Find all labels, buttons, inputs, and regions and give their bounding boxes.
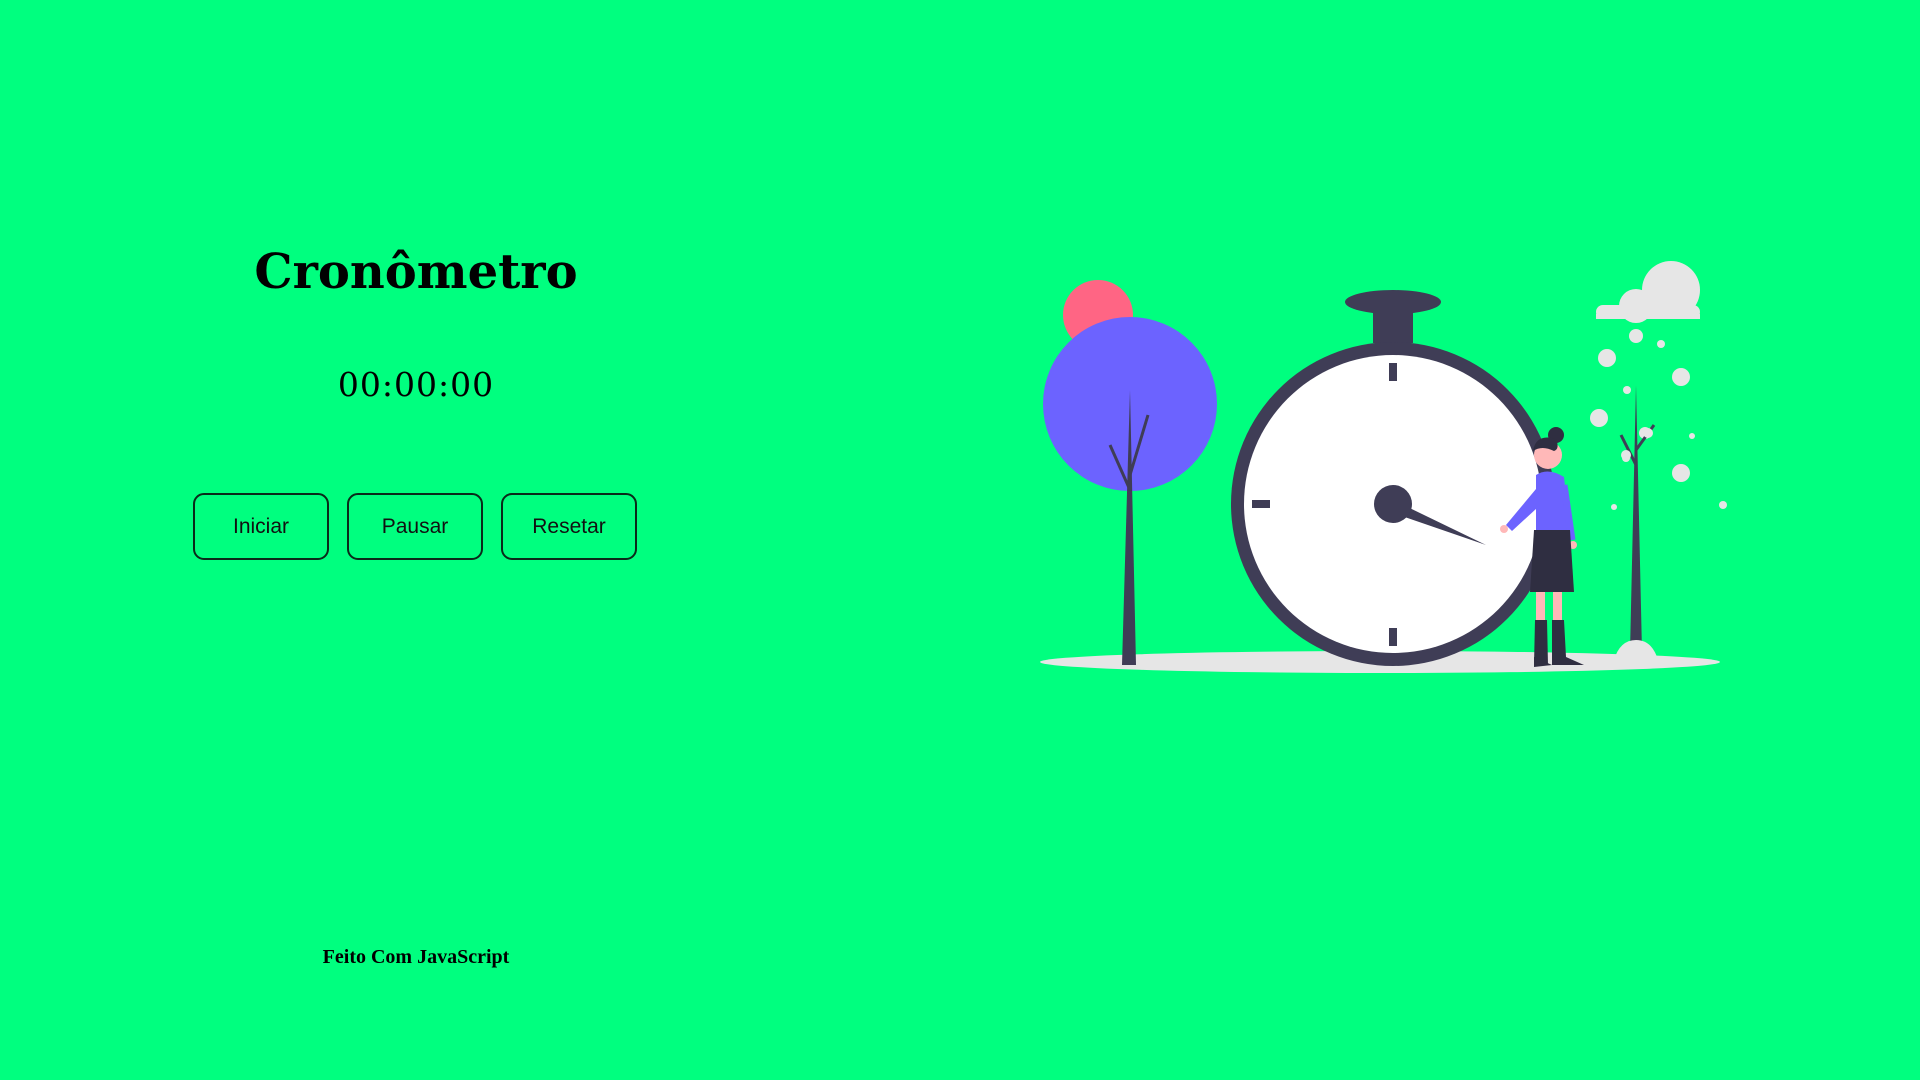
timer-display: 00:00:00	[337, 365, 495, 404]
control-buttons: Iniciar Pausar Resetar	[193, 493, 637, 560]
cloud	[1596, 261, 1700, 323]
stopwatch-illustration	[1040, 261, 1727, 673]
footer-text: Feito Com JavaScript	[322, 946, 510, 968]
page-title: Cronômetro	[254, 244, 578, 300]
stopwatch-page: Cronômetro 00:00:00 Iniciar Pausar Reset…	[0, 0, 1920, 1080]
snowy-tree	[1614, 385, 1658, 660]
start-button[interactable]: Iniciar	[193, 493, 329, 560]
snow-dots	[1590, 329, 1727, 510]
pause-button[interactable]: Pausar	[347, 493, 483, 560]
stopwatch-panel: Cronômetro 00:00:00 Iniciar Pausar Reset…	[0, 0, 832, 1080]
reset-button[interactable]: Resetar	[501, 493, 637, 560]
